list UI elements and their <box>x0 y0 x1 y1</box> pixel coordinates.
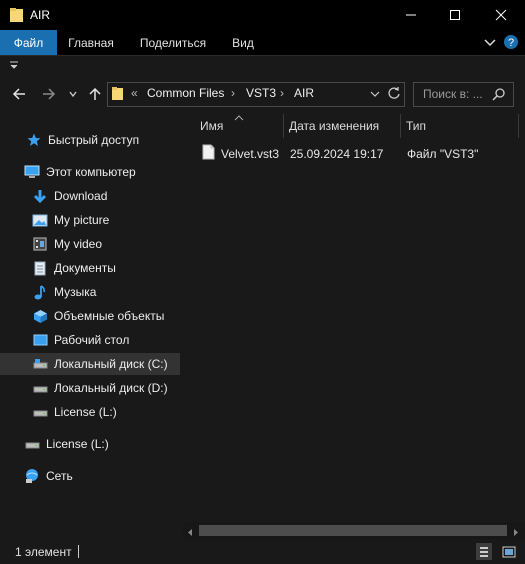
music-icon <box>32 284 48 300</box>
sidebar-item-label: Сеть <box>46 469 73 483</box>
large-icons-view-button[interactable] <box>500 543 517 560</box>
sidebar-item-license-l[interactable]: License (L:) <box>0 401 180 423</box>
sidebar-item-label: Музыка <box>54 285 97 299</box>
sidebar-item-network[interactable]: Сеть <box>0 465 180 487</box>
sidebar-item-label: Документы <box>54 261 116 275</box>
breadcrumb-vst3[interactable]: VST3 <box>246 86 276 100</box>
breadcrumb-air[interactable]: AIR <box>294 86 314 100</box>
column-header-date[interactable]: Дата изменения <box>284 114 399 138</box>
up-button[interactable] <box>86 84 104 104</box>
sidebar-item-my-picture[interactable]: My picture <box>0 209 180 231</box>
file-name[interactable]: Velvet.vst3 <box>221 147 279 161</box>
drive-icon <box>32 356 48 372</box>
star-icon <box>26 132 42 148</box>
sidebar-item-local-disk-c[interactable]: Локальный диск (C:) <box>0 353 180 375</box>
close-button[interactable] <box>478 0 524 30</box>
file-icon <box>202 144 215 163</box>
computer-icon <box>24 164 40 180</box>
window-title: AIR <box>30 8 51 22</box>
sidebar-item-label: Объемные объекты <box>54 309 165 323</box>
tab-home[interactable]: Главная <box>60 30 122 55</box>
download-icon <box>32 188 48 204</box>
details-view-button[interactable] <box>476 543 492 560</box>
customize-toolbar-icon[interactable] <box>9 59 19 73</box>
sidebar-item-my-video[interactable]: My video <box>0 233 180 255</box>
scroll-right-icon[interactable] <box>512 526 520 540</box>
breadcrumb-separator-icon[interactable]: › <box>231 86 235 100</box>
forward-button[interactable] <box>40 84 58 104</box>
sidebar-item-local-disk-d[interactable]: Локальный диск (D:) <box>0 377 180 399</box>
sidebar-item-label: My picture <box>54 213 110 227</box>
refresh-icon[interactable] <box>387 86 401 103</box>
help-icon[interactable]: ? <box>503 34 519 53</box>
sidebar-item-3d-objects[interactable]: Объемные объекты <box>0 305 180 327</box>
search-icon[interactable] <box>492 87 506 104</box>
sidebar-item-documents[interactable]: Документы <box>0 257 180 279</box>
search-input[interactable]: Поиск в: ... <box>423 87 483 101</box>
sidebar-item-label: Локальный диск (C:) <box>54 357 168 371</box>
minimize-button[interactable] <box>388 0 434 30</box>
column-header-name[interactable]: Имя <box>193 114 288 138</box>
sidebar-item-download[interactable]: Download <box>0 185 180 207</box>
tab-file[interactable]: Файл <box>0 30 57 55</box>
3d-objects-icon <box>32 308 48 324</box>
desktop-icon <box>32 332 48 348</box>
sidebar-item-label: My video <box>54 237 103 251</box>
tab-share[interactable]: Поделиться <box>132 30 214 55</box>
svg-text:?: ? <box>508 37 514 49</box>
address-dropdown-icon[interactable] <box>370 88 380 102</box>
folder-icon <box>112 86 124 104</box>
quick-access-toolbar <box>0 55 525 77</box>
status-divider <box>78 545 79 558</box>
sidebar-item-this-pc[interactable]: Этот компьютер <box>0 161 180 183</box>
sidebar-item-music[interactable]: Музыка <box>0 281 180 303</box>
file-type: Файл "VST3" <box>407 147 479 161</box>
sidebar-item-license-root[interactable]: License (L:) <box>0 433 180 455</box>
drive-icon <box>24 436 40 452</box>
sidebar-item-label: Локальный диск (D:) <box>54 381 168 395</box>
breadcrumb-overflow[interactable]: « <box>131 86 138 100</box>
drive-icon <box>32 404 48 420</box>
sidebar-item-label: License (L:) <box>54 405 117 419</box>
scrollbar-thumb[interactable] <box>199 525 507 536</box>
breadcrumb-common-files[interactable]: Common Files <box>147 86 224 100</box>
back-button[interactable] <box>10 84 28 104</box>
sidebar-item-label: Быстрый доступ <box>48 133 140 147</box>
column-header-type[interactable]: Тип <box>401 114 516 138</box>
documents-icon <box>32 260 48 276</box>
recent-locations-icon[interactable] <box>67 84 79 104</box>
sidebar-item-label: Этот компьютер <box>46 165 136 179</box>
sidebar-item-desktop[interactable]: Рабочий стол <box>0 329 180 351</box>
chevron-down-icon[interactable] <box>483 35 497 52</box>
scroll-left-icon[interactable] <box>186 526 194 540</box>
maximize-button[interactable] <box>432 0 478 30</box>
file-date: 25.09.2024 19:17 <box>290 147 384 161</box>
folder-icon <box>10 7 24 26</box>
video-icon <box>32 236 48 252</box>
network-icon <box>24 468 40 484</box>
column-divider[interactable] <box>518 114 519 138</box>
sidebar-item-label: Рабочий стол <box>54 333 130 347</box>
sidebar-item-label: License (L:) <box>46 437 109 451</box>
drive-icon <box>32 380 48 396</box>
pictures-icon <box>32 212 48 228</box>
item-count: 1 элемент <box>15 545 72 559</box>
sidebar-item-label: Download <box>54 189 108 203</box>
sidebar-item-quick-access[interactable]: Быстрый доступ <box>0 129 180 151</box>
tab-view[interactable]: Вид <box>224 30 262 55</box>
breadcrumb-separator-icon[interactable]: › <box>280 86 284 100</box>
